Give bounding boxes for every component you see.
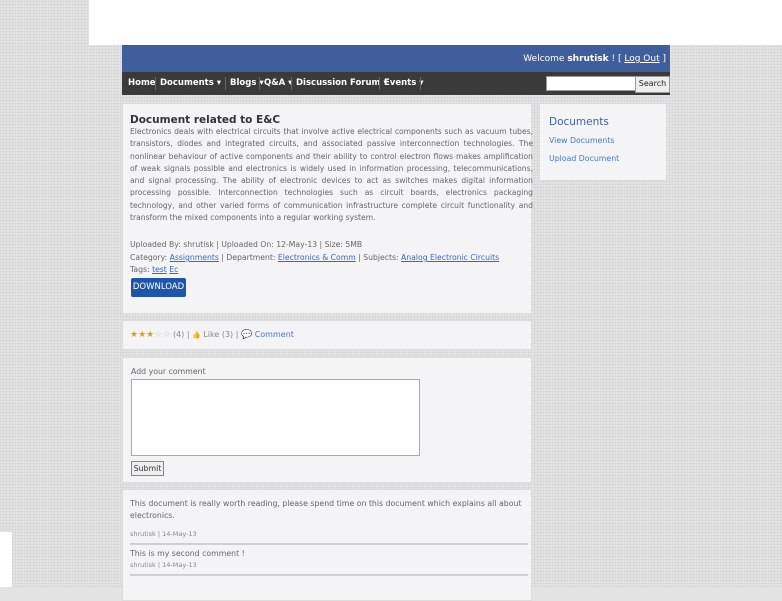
- rating-separator: |: [184, 330, 193, 339]
- documents-sidebar: Documents View Documents Upload Document: [539, 103, 667, 181]
- rating-count: (4): [172, 330, 185, 339]
- comment-divider: [130, 574, 528, 576]
- logout-link[interactable]: Log Out: [624, 54, 659, 64]
- upload-document-link[interactable]: Upload Document: [549, 154, 619, 163]
- welcome-end: ]: [659, 54, 666, 64]
- welcome-message: Welcome shrutisk ! [ Log Out ]: [523, 54, 666, 64]
- search-button[interactable]: Search: [635, 76, 670, 93]
- star-empty-icon[interactable]: ☆: [162, 330, 170, 340]
- welcome-prefix: Welcome: [523, 54, 568, 64]
- top-white-area: [89, 0, 782, 45]
- bottom-white-area: [0, 532, 12, 587]
- nav-divider: [291, 77, 292, 90]
- comment-form-panel: Add your comment Submit: [122, 357, 532, 483]
- nav-home[interactable]: Home: [128, 78, 156, 88]
- category-link[interactable]: Assignments: [170, 253, 219, 262]
- submit-button[interactable]: Submit: [131, 461, 164, 476]
- thumbs-up-icon[interactable]: 👍: [192, 331, 201, 339]
- rating-separator: |: [233, 330, 241, 339]
- header-bar: Welcome shrutisk ! [ Log Out ]: [122, 45, 670, 72]
- tag-link[interactable]: test: [152, 265, 167, 274]
- nav-divider: [420, 77, 421, 90]
- comments-panel: This document is really worth reading, p…: [122, 489, 532, 601]
- comment-bubble-icon[interactable]: 💬: [241, 330, 252, 340]
- tags-info: Tags: test Ec: [130, 265, 178, 274]
- comment-meta: shrutisk | 14-May-13: [130, 561, 197, 569]
- nav-divider: [379, 77, 380, 90]
- sidebar-title: Documents: [549, 116, 609, 128]
- nav-qa[interactable]: Q&A ▾: [264, 78, 292, 88]
- comment-divider: [130, 543, 528, 545]
- main-nav: Home Documents ▾ Blogs ▾ Q&A ▾ Discussio…: [122, 72, 670, 95]
- nav-discussion-forum[interactable]: Discussion Forum ▾: [296, 78, 388, 88]
- upload-info: Uploaded By: shrutisk | Uploaded On: 12-…: [130, 240, 363, 249]
- category-label: Category:: [130, 253, 170, 262]
- comment-meta: shrutisk | 14-May-13: [130, 530, 197, 538]
- nav-divider: [155, 77, 156, 90]
- comment-link[interactable]: Comment: [255, 330, 294, 339]
- category-info: Category: Assignments | Department: Elec…: [130, 253, 499, 262]
- nav-divider: [259, 77, 260, 90]
- document-panel: Document related to E&C Electronics deal…: [122, 103, 533, 314]
- comment-textarea[interactable]: [131, 379, 420, 456]
- document-title: Document related to E&C: [130, 114, 281, 126]
- add-comment-label: Add your comment: [131, 367, 206, 376]
- download-button[interactable]: DOWNLOAD: [131, 278, 186, 297]
- tag-link[interactable]: Ec: [169, 265, 178, 274]
- username: shrutisk: [567, 54, 609, 64]
- comment-text: This document is really worth reading, p…: [130, 499, 522, 520]
- rating-row: ★★★☆☆ (4) | 👍 Like (3) | 💬 Comment: [130, 330, 294, 340]
- nav-divider: [225, 77, 226, 90]
- like-count[interactable]: Like (3): [203, 330, 233, 339]
- department-link[interactable]: Electronics & Comm: [278, 253, 356, 262]
- nav-events[interactable]: Events ▾: [384, 78, 424, 88]
- department-label: | Department:: [218, 253, 278, 262]
- view-documents-link[interactable]: View Documents: [549, 136, 614, 145]
- welcome-separator: ! [: [608, 54, 625, 64]
- nav-documents[interactable]: Documents ▾: [160, 78, 221, 88]
- subject-link[interactable]: Analog Electronic Circuits: [401, 253, 499, 262]
- tags-label: Tags:: [130, 265, 153, 274]
- document-description: Electronics deals with electrical circui…: [130, 127, 533, 223]
- subjects-label: | Subjects:: [355, 253, 402, 262]
- comment-text: This is my second comment !: [130, 549, 245, 558]
- star-icon[interactable]: ★: [138, 330, 146, 340]
- rating-panel: ★★★☆☆ (4) | 👍 Like (3) | 💬 Comment: [122, 320, 532, 350]
- star-icon[interactable]: ★: [130, 330, 138, 340]
